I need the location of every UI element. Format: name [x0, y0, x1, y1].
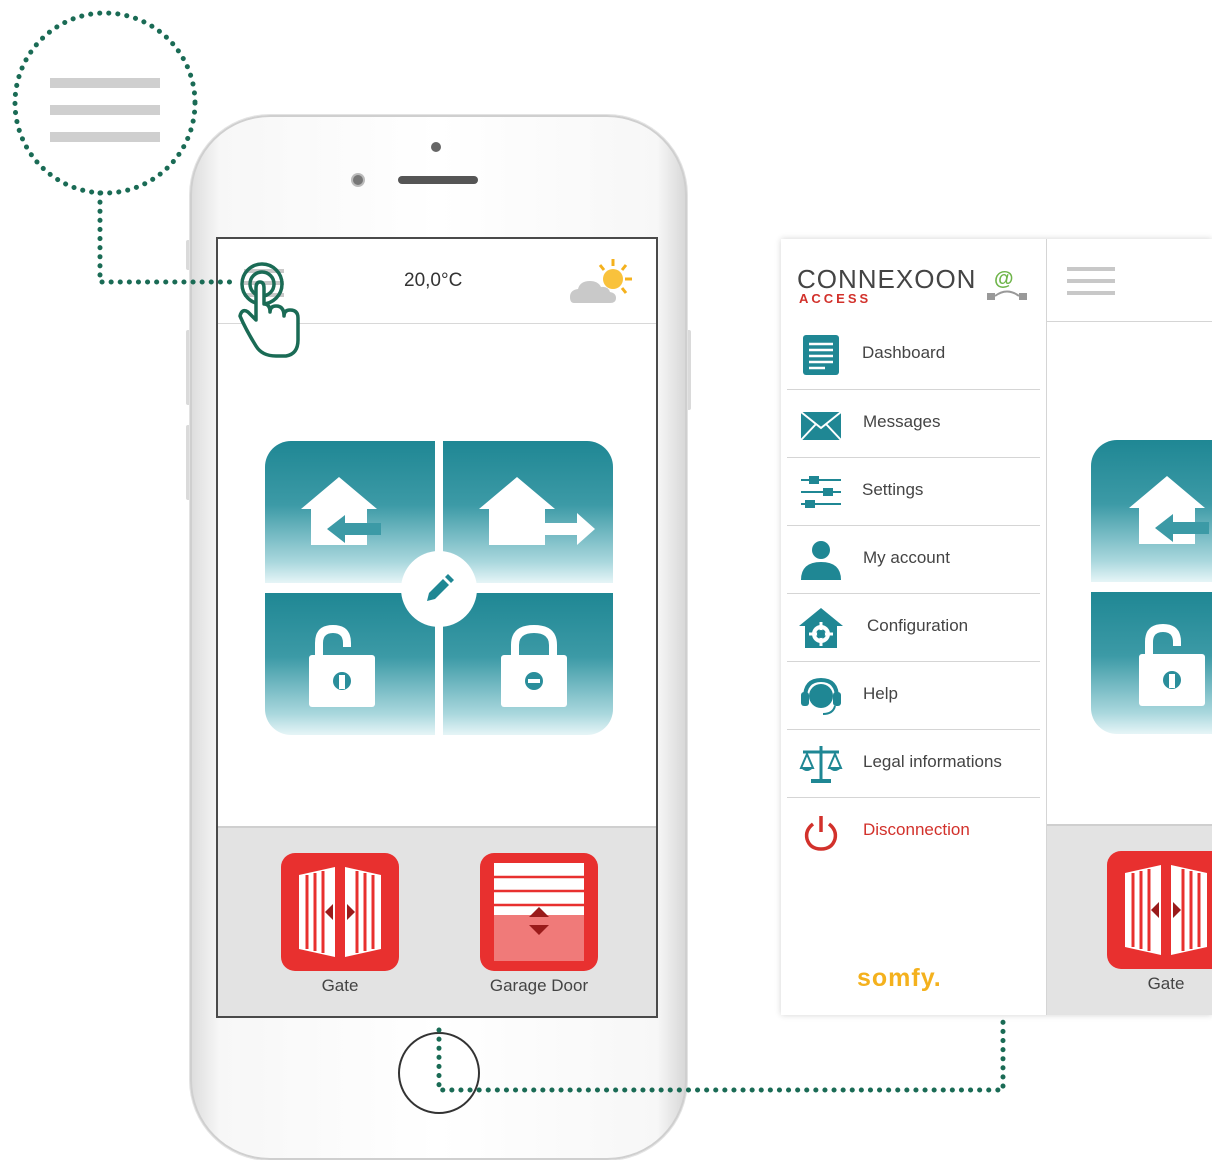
tap-gesture-icon: [238, 262, 300, 358]
callout-overlay: [12, 10, 1006, 1093]
